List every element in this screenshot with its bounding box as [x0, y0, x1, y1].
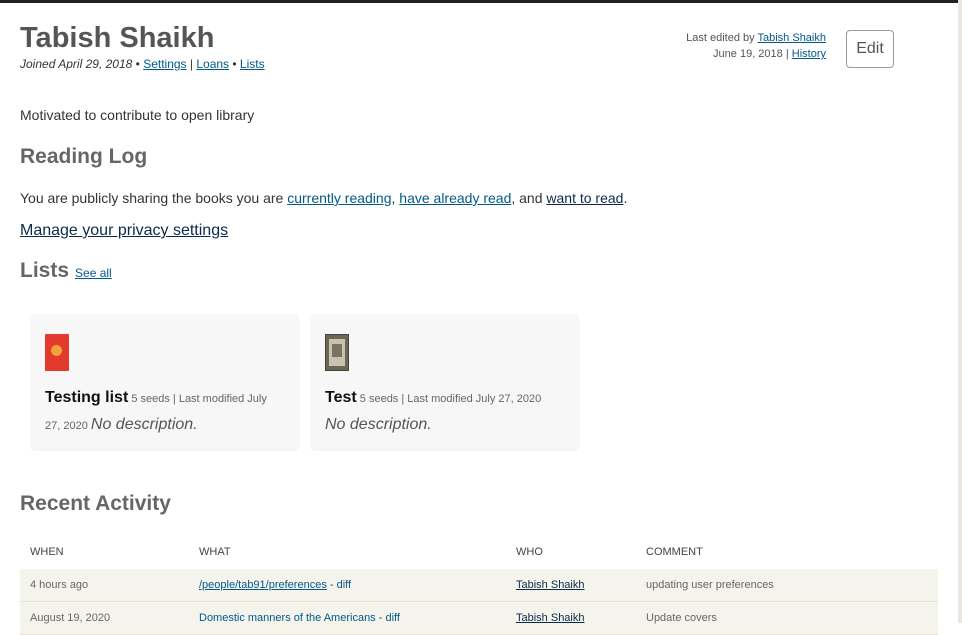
list-description: No description.: [325, 416, 432, 433]
who-link[interactable]: Tabish Shaikh: [516, 579, 585, 591]
list-title[interactable]: Testing list: [45, 389, 128, 406]
separator: |: [782, 48, 792, 60]
list-title[interactable]: Test: [325, 389, 357, 406]
already-read-link[interactable]: have already read: [399, 190, 511, 206]
period: .: [623, 190, 628, 206]
diff-link[interactable]: - diff: [376, 612, 400, 624]
column-header-what: WHAT: [199, 546, 231, 558]
manage-privacy-link[interactable]: Manage your privacy settings: [20, 222, 228, 240]
last-edited-label: Last edited by: [686, 32, 758, 44]
separator: •: [229, 57, 240, 71]
edit-button[interactable]: Edit: [846, 30, 894, 68]
table-row: August 19, 2020 Domestic manners of the …: [20, 602, 938, 635]
cover-emblem: [51, 345, 62, 356]
top-border: [0, 0, 962, 3]
reading-log-heading: Reading Log: [20, 145, 148, 168]
list-cover-image[interactable]: [325, 334, 349, 371]
cell-what: /people/tab91/preferences - diff: [199, 579, 351, 591]
lists-heading: Lists: [20, 259, 70, 282]
separator: •: [132, 57, 144, 71]
reading-log-sharing-text: You are publicly sharing the books you a…: [20, 190, 627, 206]
page-title: Tabish Shaikh: [20, 22, 215, 54]
column-header-when: WHEN: [30, 546, 64, 558]
list-cover-image[interactable]: [45, 334, 69, 371]
what-link[interactable]: /people/tab91/preferences: [199, 579, 327, 591]
editor-link[interactable]: Tabish Shaikh: [758, 32, 827, 44]
profile-meta: Joined April 29, 2018 • Settings | Loans…: [20, 57, 265, 71]
column-header-who: WHO: [516, 546, 543, 558]
joined-date: Joined April 29, 2018: [20, 57, 133, 71]
cell-comment: Update covers: [646, 612, 717, 624]
list-card-body: Testing list 5 seeds | Last modified Jul…: [45, 385, 285, 439]
what-link[interactable]: Domestic manners of the Americans: [199, 612, 376, 624]
recent-activity-heading: Recent Activity: [20, 492, 171, 515]
want-to-read-link[interactable]: want to read: [546, 190, 623, 206]
profile-bio: Motivated to contribute to open library: [20, 107, 255, 123]
settings-link[interactable]: Settings: [143, 57, 186, 71]
lists-header: Lists See all: [20, 259, 112, 283]
table-row: 4 hours ago /people/tab91/preferences - …: [20, 569, 938, 602]
list-description: No description.: [90, 416, 198, 433]
see-all-link[interactable]: See all: [75, 266, 112, 280]
list-card[interactable]: Test 5 seeds | Last modified July 27, 20…: [311, 314, 579, 449]
cell-who: Tabish Shaikh: [516, 579, 585, 591]
history-link[interactable]: History: [792, 48, 826, 60]
cell-when: 4 hours ago: [30, 579, 89, 591]
lists-link[interactable]: Lists: [240, 57, 265, 71]
last-edited-info: Last edited by Tabish Shaikh June 19, 20…: [686, 30, 826, 62]
cell-what: Domestic manners of the Americans - diff: [199, 612, 400, 624]
table-header: WHEN WHAT WHO COMMENT: [20, 540, 938, 570]
cover-illustration: [332, 344, 342, 357]
cell-who: Tabish Shaikh: [516, 612, 585, 624]
sharing-text: You are publicly sharing the books you a…: [20, 190, 288, 206]
right-border: [958, 0, 962, 623]
currently-reading-link[interactable]: currently reading: [287, 190, 391, 206]
list-card-body: Test 5 seeds | Last modified July 27, 20…: [325, 385, 565, 439]
loans-link[interactable]: Loans: [196, 57, 229, 71]
cell-comment: updating user preferences: [646, 579, 774, 591]
separator: , and: [511, 190, 547, 206]
list-card[interactable]: Testing list 5 seeds | Last modified Jul…: [31, 314, 299, 449]
separator: |: [186, 57, 197, 71]
edited-date: June 19, 2018: [713, 48, 783, 60]
diff-link[interactable]: - diff: [327, 579, 351, 591]
column-header-comment: COMMENT: [646, 546, 703, 558]
who-link[interactable]: Tabish Shaikh: [516, 612, 585, 624]
list-meta: 5 seeds | Last modified July 27, 2020: [359, 393, 542, 405]
cell-when: August 19, 2020: [30, 612, 111, 624]
